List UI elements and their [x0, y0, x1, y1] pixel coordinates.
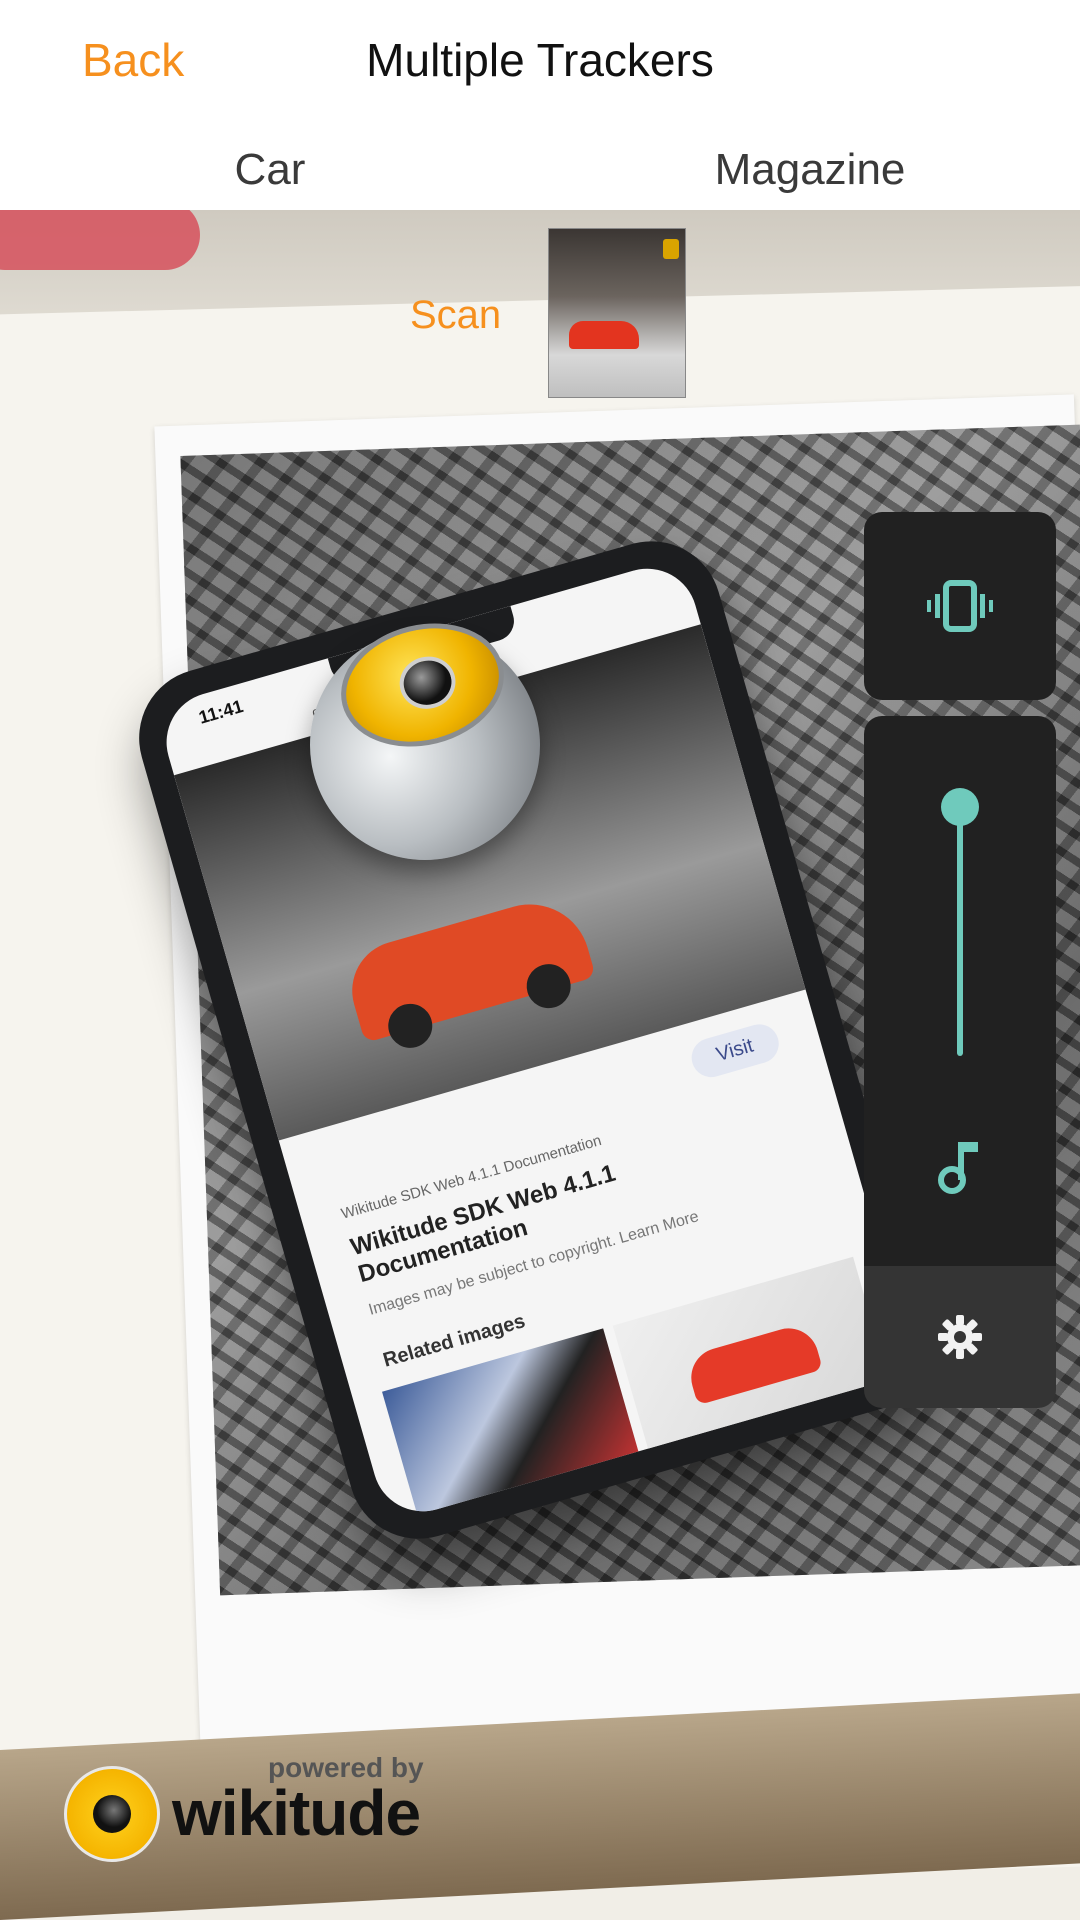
- vibrate-icon: [927, 580, 993, 632]
- ar-ball-eye-icon: [394, 650, 462, 715]
- phone-status-time: 11:41: [196, 696, 246, 728]
- wikitude-wordmark: wikitude: [172, 1777, 421, 1849]
- scan-target-thumbnail: [548, 228, 686, 398]
- settings-button[interactable]: [864, 1266, 1056, 1408]
- volume-slider-track[interactable]: [957, 806, 963, 1056]
- vibrate-button[interactable]: [864, 512, 1056, 700]
- back-button[interactable]: Back: [82, 30, 184, 90]
- volume-panel: [864, 716, 1056, 1266]
- gear-icon: [938, 1315, 982, 1359]
- tab-magazine[interactable]: Magazine: [540, 140, 1080, 200]
- tab-car[interactable]: Car: [0, 140, 540, 200]
- target-car: [569, 321, 639, 349]
- target-logo: [663, 239, 679, 259]
- background-object: [0, 210, 200, 270]
- wikitude-logo-icon: [64, 1766, 160, 1862]
- page-title: Multiple Trackers: [366, 34, 714, 86]
- scan-label: Scan: [410, 293, 502, 337]
- volume-slider-thumb[interactable]: [941, 788, 979, 826]
- app-header: Back Multiple Trackers Car Magazine: [0, 0, 1080, 210]
- music-note-icon[interactable]: [930, 1136, 990, 1196]
- phone-visit-button: Visit: [686, 1019, 784, 1082]
- ar-wikitude-ball[interactable]: [310, 606, 540, 860]
